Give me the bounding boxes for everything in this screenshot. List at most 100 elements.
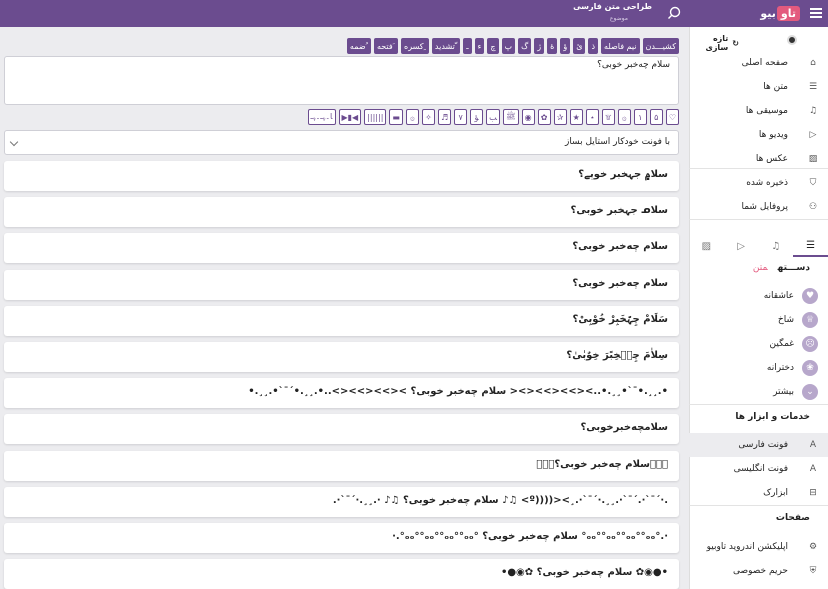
result-card[interactable]: سلام چه‌خبر خوبی؟ [4, 269, 679, 300]
result-card[interactable]: .·´¯`·.´¯`·.¸¸.·´¯`·.¸><((((º> ♫♪ سلام چ… [4, 486, 679, 517]
toolbox-icon: ⊟ [809, 488, 817, 498]
chevron-down-icon [9, 137, 19, 147]
keyboard-key[interactable]: کشیـــدن [642, 38, 679, 54]
font-icon: A [809, 440, 817, 450]
sidebar-item[interactable]: ⊟ ابزارک [689, 481, 828, 505]
divider [689, 505, 828, 506]
sidebar-item[interactable]: ⌂ صفحه اصلی [689, 51, 828, 75]
sidebar-item[interactable]: ⛨ حریم خصوصی [689, 559, 828, 583]
category-item[interactable]: ☹ غمگین [689, 332, 828, 356]
symbol-button[interactable]: ۩ [601, 109, 615, 125]
category-item[interactable]: ⌄ بیشتر [689, 380, 828, 404]
keyboard-key[interactable]: تشدید ّ [431, 38, 461, 54]
keyboard-key[interactable]: ئ [573, 38, 586, 54]
keyboard-key[interactable]: کسره ِ [401, 38, 429, 54]
symbol-button[interactable]: ۷ [454, 109, 468, 125]
symbol-button[interactable]: ۞ [405, 109, 419, 125]
keyboard-key[interactable]: فتحه َ [373, 38, 399, 54]
refresh-label: تازه سازی [705, 34, 729, 52]
home-icon: ⌂ [810, 58, 816, 68]
divider [689, 168, 828, 169]
symbol-button[interactable]: ◉ [521, 109, 535, 125]
symbol-button[interactable]: ★ [569, 109, 583, 125]
sidebar-item-label: متن ها [763, 82, 788, 92]
keyboard-key[interactable]: ژ [534, 38, 545, 54]
sidebar-item[interactable]: ⚙ اپلیکشن اندروید تاوبیو [689, 535, 828, 559]
image-icon[interactable]: ▨ [689, 235, 724, 257]
sidebar-item[interactable]: ⛉ ذخیره شده [689, 171, 828, 195]
result-card[interactable]: سِلاٰمَ چِہؒخِبًرَ خِوٌبٰیٰ؟ [4, 342, 679, 372]
symbol-button[interactable]: ﺐ [486, 109, 500, 125]
symbol-button[interactable]: ♡ [665, 109, 679, 125]
keyboard-key[interactable]: ـ [463, 38, 472, 54]
symbol-button[interactable]: ۵ [649, 109, 663, 125]
result-card[interactable]: ⃟⃟⃟سلام چه‌خبر خوبی؟⃟⃟⃟ [4, 450, 679, 481]
text-input[interactable]: سلام چه‌خبر خوبی؟ [4, 56, 679, 105]
category-heading-label: دســـته [777, 263, 810, 273]
sidebar-item-label: حریم خصوصی [732, 566, 788, 576]
result-card[interactable]: سلامچه‌خبرخوبی؟ [4, 414, 679, 445]
user-icon: ⚇ [808, 202, 818, 212]
category-item[interactable]: ♥ عاشقانه [689, 284, 828, 308]
symbol-button[interactable]: ✧ [421, 109, 435, 125]
keyboard-key[interactable]: ﮒ [518, 38, 532, 54]
symbol-button[interactable]: ⋆ [585, 109, 599, 125]
symbol-button[interactable]: ﺎ۔ﮩـ۔ﮩـ [307, 109, 336, 125]
keyboard-key[interactable]: ذ [588, 38, 599, 54]
crown-icon: ♕ [802, 312, 818, 328]
symbol-button[interactable]: ۞ [617, 109, 631, 125]
keyboard-key[interactable]: ء [474, 38, 485, 54]
theme-toggle[interactable] [787, 35, 797, 45]
category-item[interactable]: ♕ شاخ [689, 308, 828, 332]
style-select-value: با فونت خودکار استایل بساز [564, 137, 670, 147]
symbol-button[interactable]: ✰ [553, 109, 567, 125]
refresh-button[interactable]: ↻ تازه سازی [690, 34, 739, 52]
sidebar-item[interactable]: ▷ ویدیو ها [689, 123, 828, 147]
symbol-button[interactable]: ▶▮◀ [338, 109, 362, 125]
keyboard-key[interactable]: ﭺ [487, 38, 499, 54]
menu-icon[interactable] [810, 6, 822, 18]
sidebar-item[interactable]: ☰ متن ها [689, 75, 828, 99]
page-subtitle: موضوع [609, 15, 628, 22]
keyboard-key[interactable]: ؤ [560, 38, 571, 54]
keyboard-key[interactable]: ۀ [547, 38, 558, 54]
text-lines-icon[interactable]: ☰ [793, 235, 828, 257]
sidebar-item[interactable]: A فونت انگلیسی [689, 457, 828, 481]
android-icon: ⚙ [808, 542, 818, 552]
chevron-down-icon: ⌄ [802, 384, 818, 400]
symbol-button[interactable]: ✿ [537, 109, 551, 125]
result-card[interactable]: ·.°ₒₒ°°ₒₒ°°ₒₒ°°ₒₒ° سلام چه‌خبر خوبی؟ °ₒₒ… [4, 523, 679, 553]
keyboard-key[interactable]: ضمه ُ [346, 38, 371, 54]
keyboard-key[interactable]: نیم فاصله [601, 38, 640, 54]
result-card[interactable]: •.¸¸.•¯`•¸¸.•..><>><>><>< سلام چه‌خبر خو… [4, 378, 679, 409]
font-icon: A [809, 464, 817, 474]
sidebar-item-label: فونت فارسی [738, 440, 788, 450]
search-icon[interactable] [667, 6, 681, 20]
style-select[interactable]: با فونت خودکار استایل بساز [4, 130, 679, 155]
result-card[interactable]: سَلَامْ چِہّخَبِرْ خُوْبِیْ؟ [4, 305, 679, 336]
sidebar-item[interactable]: A فونت فارسی [689, 433, 828, 457]
result-card[interactable]: سلا۾ جہخبر خوٻے؟ [4, 161, 679, 191]
sidebar-item-label: پروفایل شما [741, 202, 788, 212]
keyboard-key[interactable]: ﭖ [501, 38, 516, 54]
result-card[interactable]: سلام چه‌خبر خوبی؟ [4, 233, 679, 264]
image-icon: ▨ [808, 154, 818, 164]
play-icon[interactable]: ▷ [724, 235, 759, 257]
category-item[interactable]: ❀ دخترانه [689, 356, 828, 380]
music-icon[interactable]: ♫ [759, 235, 794, 257]
result-card[interactable]: •●◉✿ سلام چه‌خبر خوبی؟ ✿◉●• [4, 559, 679, 589]
result-card[interactable]: سلاᓄ جہخبر خوبی؟ [4, 197, 679, 228]
symbol-button[interactable]: ﷺ [502, 109, 519, 125]
pages-heading: صفحات [775, 513, 810, 523]
symbol-button[interactable]: ♬ [437, 109, 452, 125]
symbol-button[interactable]: ۱ [633, 109, 647, 125]
sidebar: ↻ تازه سازی ⌂ صفحه اصلی ☰ متن ها ♫ موسیقی ها ▷… [689, 27, 828, 589]
logo[interactable]: تاو بیو [760, 4, 800, 22]
symbol-button[interactable]: ▬ [389, 109, 403, 125]
sidebar-item[interactable]: ⚇ پروفایل شما [689, 195, 828, 219]
services-heading: خدمات و ابزار ها [735, 412, 810, 422]
symbol-button[interactable]: |||||| [364, 109, 387, 125]
logo-word: بیو [760, 6, 776, 20]
sidebar-item[interactable]: ♫ موسیقی ها [689, 99, 828, 123]
symbol-button[interactable]: ﺆ [470, 109, 484, 125]
